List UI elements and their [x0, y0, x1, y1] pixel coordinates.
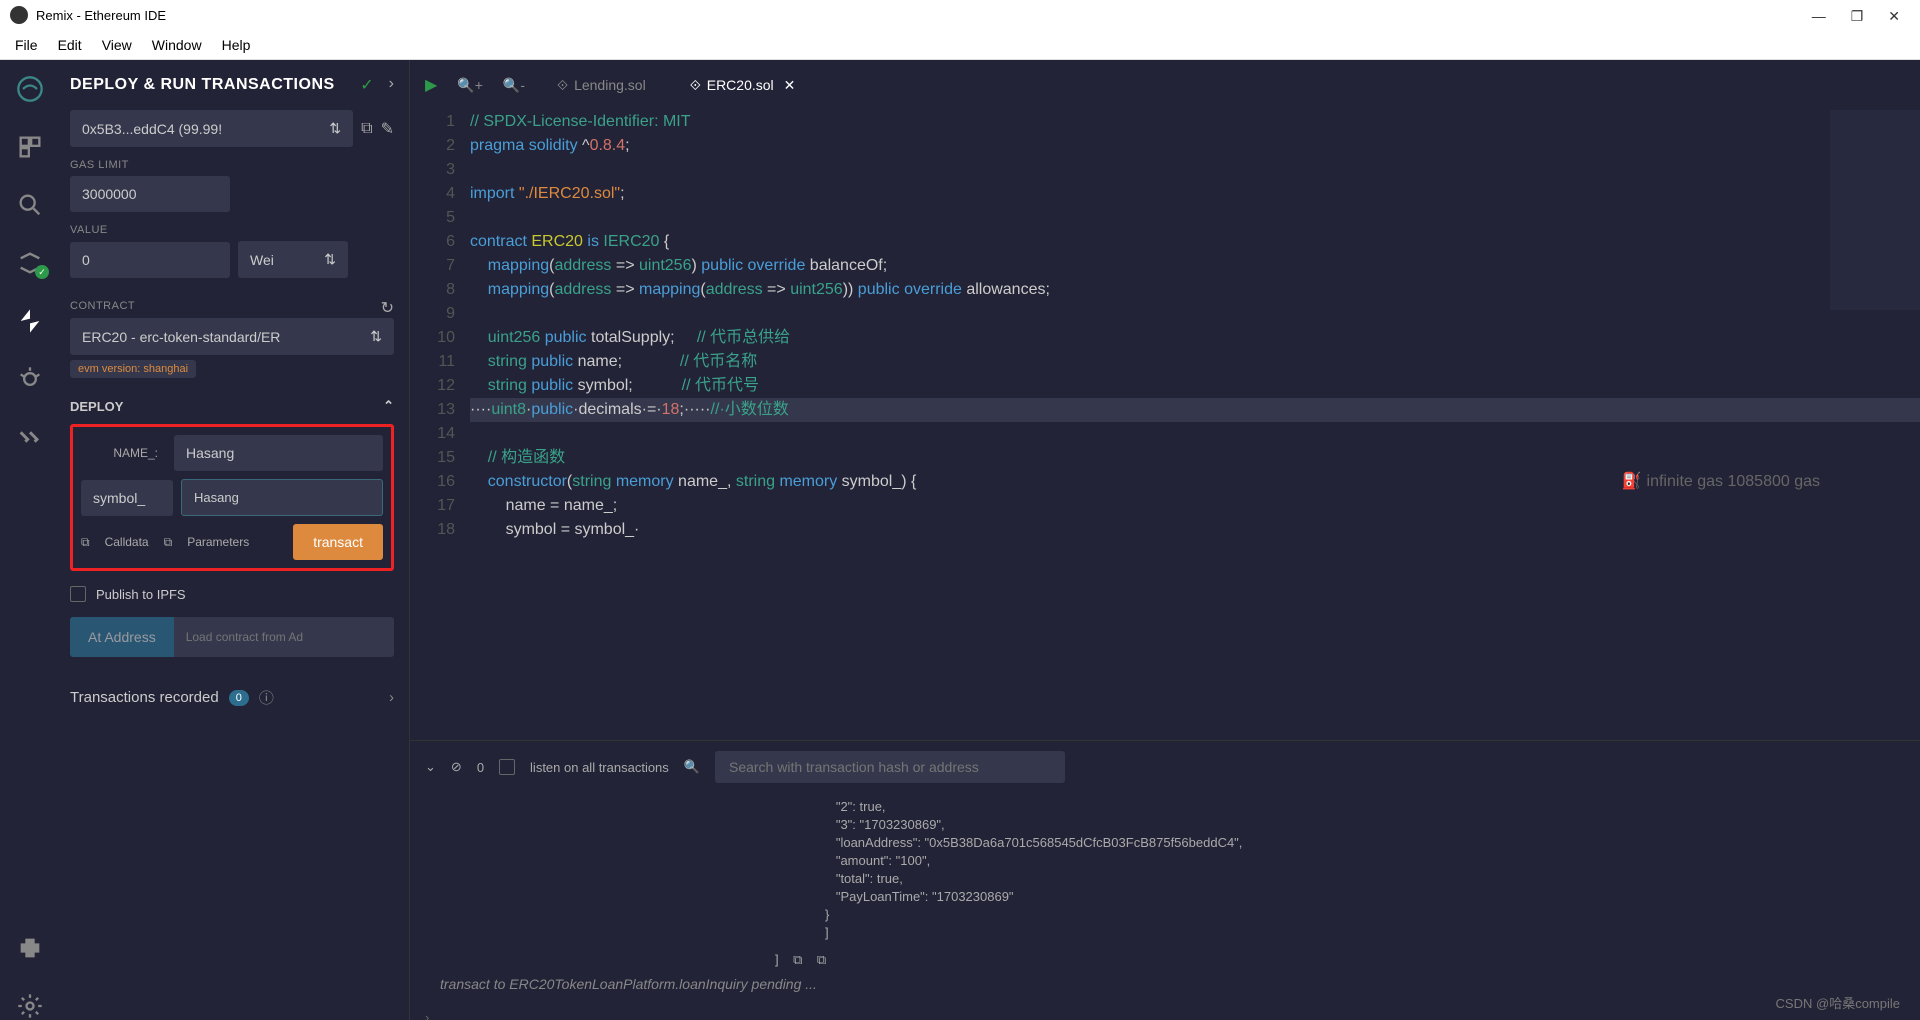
plugin-icon[interactable] [16, 934, 44, 962]
deploy-section-label: DEPLOY [70, 399, 123, 414]
tx-count-badge: 0 [229, 690, 249, 706]
close-tab-icon[interactable]: ✕ [784, 77, 796, 94]
deploy-icon[interactable] [16, 307, 44, 335]
parameters-label[interactable]: Parameters [187, 535, 249, 549]
pending-count: 0 [477, 760, 484, 775]
publish-ipfs-checkbox[interactable] [70, 586, 86, 602]
line-gutter: 123456789101112131415161718 [410, 110, 470, 740]
symbol-button[interactable]: symbol_ [81, 480, 173, 516]
remix-logo-icon[interactable] [16, 75, 44, 103]
copy-output-icon[interactable]: ⧉ [793, 952, 802, 967]
terminal-output[interactable]: "2": true, "3": "1703230869", "loanAddre… [410, 793, 1920, 1020]
terminal-search-icon[interactable]: 🔍 [684, 759, 700, 775]
menu-edit[interactable]: Edit [58, 37, 82, 53]
menu-window[interactable]: Window [152, 37, 202, 53]
value-label: VALUE [70, 224, 394, 236]
check-icon: ✓ [360, 75, 373, 95]
search-icon[interactable] [16, 191, 44, 219]
param-symbol-input[interactable] [181, 479, 383, 516]
value-unit-select[interactable]: Wei⇅ [238, 241, 348, 278]
copy-calldata-icon[interactable]: ⧉ [81, 535, 90, 550]
menu-help[interactable]: Help [222, 37, 251, 53]
evm-version-badge: evm version: shanghai [70, 360, 196, 378]
titlebar: Remix - Ethereum IDE — ❐ ✕ [0, 0, 1920, 30]
debugger-icon[interactable] [16, 365, 44, 393]
panel-title: DEPLOY & RUN TRANSACTIONS [70, 76, 335, 94]
terminal-search-input[interactable] [715, 751, 1065, 783]
transact-button[interactable]: transact [293, 524, 383, 560]
copy-parameters-icon[interactable]: ⧉ [164, 535, 173, 550]
compiler-icon[interactable]: ✓ [16, 249, 44, 277]
expand-tx-icon[interactable]: › [389, 689, 394, 706]
tab-lending[interactable]: ⟐ Lending.sol [545, 71, 658, 100]
publish-ipfs-label: Publish to IPFS [96, 587, 186, 602]
terminal: ⌄ ⊘ 0 listen on all transactions 🔍 "2": … [410, 740, 1920, 1020]
account-select[interactable]: 0x5B3...eddC4 (99.99!⇅ [70, 110, 353, 147]
listen-checkbox[interactable] [499, 759, 515, 775]
gas-limit-input[interactable] [70, 176, 230, 212]
window-maximize[interactable]: ❐ [1851, 8, 1864, 25]
param-name-label: NAME_: [81, 446, 166, 460]
copy-output-icon-2[interactable]: ⧉ [817, 952, 826, 967]
contract-select[interactable]: ERC20 - erc-token-standard/ER⇅ [70, 318, 394, 355]
info-icon[interactable]: ⓘ [259, 687, 274, 708]
menubar: File Edit View Window Help [0, 30, 1920, 60]
edit-account-icon[interactable]: ✎ [381, 119, 394, 139]
at-address-input[interactable] [174, 617, 394, 657]
file-explorer-icon[interactable] [16, 133, 44, 161]
code-content[interactable]: // SPDX-License-Identifier: MIT pragma s… [470, 110, 1920, 740]
zoom-in-icon[interactable]: 🔍+ [457, 77, 483, 94]
chevron-right-icon[interactable]: › [389, 75, 394, 95]
menu-file[interactable]: File [15, 37, 38, 53]
window-close[interactable]: ✕ [1888, 8, 1900, 25]
param-name-input[interactable] [174, 435, 383, 471]
zoom-out-icon[interactable]: 🔍- [503, 77, 525, 94]
collapse-deploy-icon[interactable]: ⌃ [383, 398, 394, 414]
contract-label: CONTRACT [70, 300, 135, 312]
menu-view[interactable]: View [102, 37, 132, 53]
code-editor[interactable]: 123456789101112131415161718 // SPDX-Lice… [410, 110, 1920, 740]
app-logo [10, 6, 28, 24]
deploy-params-box: NAME_: symbol_ ⧉ Calldata ⧉ Parameters t… [70, 424, 394, 571]
tx-recorded-label: Transactions recorded [70, 689, 219, 706]
icon-sidebar: ✓ [0, 60, 60, 1020]
collapse-terminal-icon[interactable]: ⌄ [425, 759, 436, 775]
watermark: CSDN @哈桑compile [1776, 993, 1900, 1012]
tab-erc20[interactable]: ⟐ ERC20.sol ✕ [678, 71, 808, 100]
copy-account-icon[interactable]: ⧉ [361, 120, 372, 138]
solidity-icon: ⟐ [557, 77, 568, 94]
verify-icon[interactable] [16, 423, 44, 451]
listen-label: listen on all transactions [530, 760, 669, 775]
refresh-contract-icon[interactable]: ↻ [381, 298, 394, 318]
terminal-status: transact to ERC20TokenLoanPlatform.loanI… [425, 968, 1905, 1000]
solidity-icon: ⟐ [690, 77, 701, 94]
run-icon[interactable]: ▶ [425, 75, 437, 95]
at-address-button[interactable]: At Address [70, 617, 174, 657]
window-title: Remix - Ethereum IDE [36, 8, 166, 23]
calldata-label[interactable]: Calldata [105, 535, 149, 549]
deploy-panel: DEPLOY & RUN TRANSACTIONS ✓ › 0x5B3...ed… [60, 60, 410, 1020]
clear-terminal-icon[interactable]: ⊘ [451, 759, 462, 775]
gas-limit-label: GAS LIMIT [70, 159, 394, 171]
window-minimize[interactable]: — [1812, 8, 1826, 25]
editor-area: ▶ 🔍+ 🔍- ⟐ Lending.sol ⟐ ERC20.sol ✕ 1234… [410, 60, 1920, 1020]
settings-icon[interactable] [16, 992, 44, 1020]
value-input[interactable] [70, 242, 230, 278]
minimap[interactable] [1830, 110, 1920, 310]
